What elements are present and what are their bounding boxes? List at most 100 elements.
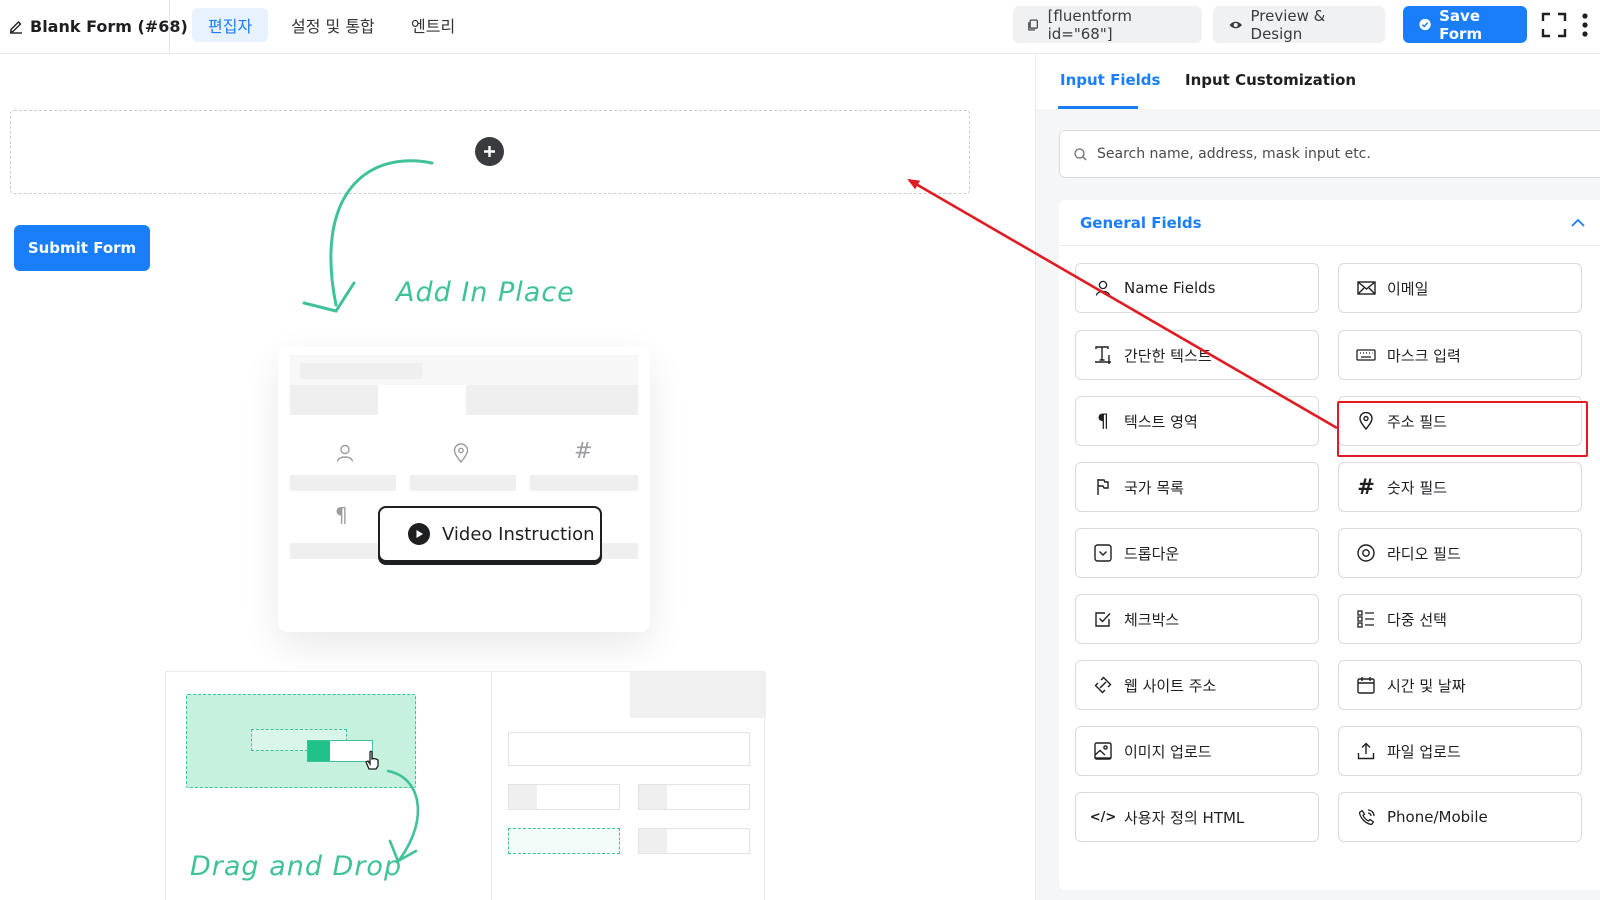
- pencil-icon: [10, 21, 22, 34]
- field-label: 다중 선택: [1387, 610, 1447, 629]
- radio-icon: [1355, 542, 1377, 564]
- field-radio[interactable]: 라디오 필드: [1338, 528, 1582, 578]
- field-label: 텍스트 영역: [1124, 412, 1198, 431]
- more-options-icon[interactable]: [1575, 10, 1595, 40]
- form-canvas: Submit Form Add In Place # ¶ Video Instr…: [0, 55, 1035, 900]
- keyboard-icon: [1355, 344, 1377, 366]
- field-phone-mobile[interactable]: Phone/Mobile: [1338, 792, 1582, 842]
- top-bar: Blank Form (#68) 편집자 설정 및 통합 엔트리 [fluent…: [0, 0, 1600, 54]
- link-icon: [1092, 674, 1114, 696]
- video-instruction-button[interactable]: Video Instruction: [378, 506, 602, 562]
- title-divider: [169, 0, 170, 54]
- tab-input-fields[interactable]: Input Fields: [1060, 71, 1160, 89]
- checkbox-icon: [1092, 608, 1114, 630]
- image-icon: [1092, 740, 1114, 762]
- copy-icon: [1028, 18, 1038, 31]
- field-label: 드롭다운: [1124, 544, 1180, 563]
- field-name-fields[interactable]: Name Fields: [1075, 263, 1319, 313]
- panel-tabs: Input Fields Input Customization: [1036, 55, 1600, 109]
- form-title-text: Blank Form (#68): [30, 16, 188, 36]
- field-search-box[interactable]: [1059, 130, 1600, 178]
- video-instruction-label: Video Instruction: [442, 523, 595, 545]
- paragraph-icon: ¶: [1096, 410, 1110, 432]
- field-number[interactable]: # 숫자 필드: [1338, 462, 1582, 512]
- field-time-date[interactable]: 시간 및 날짜: [1338, 660, 1582, 710]
- field-label: 국가 목록: [1124, 478, 1184, 497]
- general-fields-header[interactable]: General Fields: [1059, 200, 1600, 246]
- active-tab-indicator: [1058, 106, 1138, 109]
- paragraph-icon: ¶: [335, 503, 348, 527]
- user-icon: [1092, 277, 1114, 299]
- add-in-place-preview: # ¶: [278, 347, 650, 632]
- add-field-button[interactable]: [475, 137, 504, 166]
- tab-settings-integrations[interactable]: 설정 및 통합: [275, 8, 391, 42]
- map-pin-icon: [1355, 410, 1377, 432]
- field-label: 파일 업로드: [1387, 742, 1461, 761]
- envelope-icon: [1355, 277, 1377, 299]
- tab-entries[interactable]: 엔트리: [395, 8, 471, 42]
- field-label: Phone/Mobile: [1387, 808, 1488, 826]
- field-label: 주소 필드: [1387, 412, 1447, 431]
- calendar-icon: [1355, 674, 1377, 696]
- save-form-label: Save Form: [1439, 6, 1483, 43]
- hand-cursor-icon: [365, 750, 379, 770]
- check-circle-icon: [1419, 18, 1431, 31]
- add-in-place-label: Add In Place: [396, 277, 575, 308]
- field-country-list[interactable]: 국가 목록: [1075, 462, 1319, 512]
- field-address[interactable]: 주소 필드: [1338, 396, 1582, 446]
- field-label: 이메일: [1387, 279, 1429, 298]
- field-label: Name Fields: [1124, 279, 1216, 297]
- submit-form-button[interactable]: Submit Form: [14, 225, 150, 271]
- field-search-input[interactable]: [1097, 146, 1577, 162]
- form-title[interactable]: Blank Form (#68): [8, 14, 188, 38]
- save-form-button[interactable]: Save Form: [1403, 6, 1527, 43]
- section-title: General Fields: [1080, 213, 1202, 232]
- upload-icon: [1355, 740, 1377, 762]
- field-label: 사용자 정의 HTML: [1124, 808, 1245, 827]
- drag-and-drop-label: Drag and Drop: [190, 851, 403, 882]
- field-label: 간단한 텍스트: [1124, 346, 1212, 365]
- chevron-up-icon[interactable]: [1569, 214, 1587, 232]
- dropdown-icon: [1092, 542, 1114, 564]
- general-fields-section: General Fields Name Fields 이메일 간단한 텍스트 마…: [1059, 200, 1600, 890]
- field-label: 이미지 업로드: [1124, 742, 1212, 761]
- field-custom-html[interactable]: </> 사용자 정의 HTML: [1075, 792, 1319, 842]
- code-icon: </>: [1089, 809, 1117, 825]
- shortcode-button[interactable]: [fluentform id="68"]: [1013, 6, 1202, 43]
- tab-editor[interactable]: 편집자: [192, 8, 269, 42]
- hash-icon: #: [1357, 475, 1375, 499]
- phone-icon: [1355, 806, 1377, 828]
- field-label: 웹 사이트 주소: [1124, 676, 1217, 695]
- tab-input-customization[interactable]: Input Customization: [1185, 71, 1356, 89]
- field-text-area[interactable]: ¶ 텍스트 영역: [1075, 396, 1319, 446]
- hash-icon: #: [574, 439, 593, 464]
- field-email[interactable]: 이메일: [1338, 263, 1582, 313]
- field-website-url[interactable]: 웹 사이트 주소: [1075, 660, 1319, 710]
- eye-icon: [1229, 21, 1243, 28]
- field-simple-text[interactable]: 간단한 텍스트: [1075, 330, 1319, 380]
- search-icon: [1074, 147, 1087, 160]
- fullscreen-icon[interactable]: [1539, 10, 1569, 40]
- field-label: 라디오 필드: [1387, 544, 1461, 563]
- field-label: 체크박스: [1124, 610, 1180, 629]
- plus-icon: [484, 146, 495, 157]
- fields-panel: Input Fields Input Customization General…: [1035, 55, 1600, 900]
- field-checkbox[interactable]: 체크박스: [1075, 594, 1319, 644]
- field-image-upload[interactable]: 이미지 업로드: [1075, 726, 1319, 776]
- field-file-upload[interactable]: 파일 업로드: [1338, 726, 1582, 776]
- field-label: 시간 및 날짜: [1387, 676, 1466, 695]
- map-pin-icon: [453, 443, 469, 463]
- field-multiple-choice[interactable]: 다중 선택: [1338, 594, 1582, 644]
- user-icon: [336, 444, 354, 462]
- field-mask-input[interactable]: 마스크 입력: [1338, 330, 1582, 380]
- flag-icon: [1092, 476, 1114, 498]
- text-icon: [1092, 344, 1114, 366]
- field-label: 마스크 입력: [1387, 346, 1461, 365]
- list-icon: [1355, 608, 1377, 630]
- shortcode-text: [fluentform id="68"]: [1047, 6, 1132, 43]
- field-dropdown[interactable]: 드롭다운: [1075, 528, 1319, 578]
- preview-design-label: Preview & Design: [1250, 6, 1326, 43]
- preview-design-button[interactable]: Preview & Design: [1213, 6, 1385, 43]
- play-icon: [408, 523, 430, 545]
- field-label: 숫자 필드: [1387, 478, 1447, 497]
